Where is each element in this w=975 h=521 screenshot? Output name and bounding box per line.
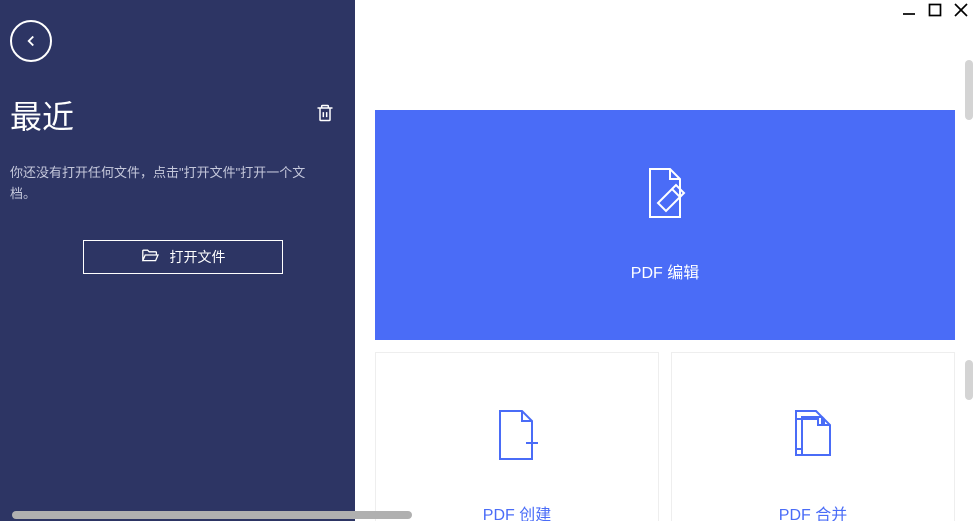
trash-icon[interactable] [315,102,335,129]
pdf-merge-label: PDF 合并 [779,501,847,521]
back-button[interactable] [10,20,52,62]
open-file-label: 打开文件 [170,247,226,267]
pdf-edit-icon [640,167,690,219]
folder-open-icon [140,247,160,266]
pdf-edit-label: PDF 编辑 [631,259,699,283]
main-area: PDF 编辑 PDF 创建 [355,0,975,521]
pdf-create-icon [492,409,542,461]
recent-title: 最近 [10,92,74,138]
sidebar: 最近 你还没有打开任何文件，点击"打开文件"打开一个文档。 打开文件 [0,0,355,521]
pdf-create-label: PDF 创建 [483,501,551,521]
open-file-button[interactable]: 打开文件 [83,240,283,274]
close-button[interactable] [952,3,970,21]
vertical-scrollbar[interactable] [965,60,973,120]
recent-header: 最近 [10,92,355,138]
pdf-edit-card[interactable]: PDF 编辑 [375,110,955,340]
card-grid: PDF 编辑 PDF 创建 [355,0,975,521]
maximize-button[interactable] [926,3,944,21]
minimize-button[interactable] [900,3,918,21]
empty-recent-message: 你还没有打开任何文件，点击"打开文件"打开一个文档。 [10,163,355,205]
pdf-merge-icon [788,409,838,461]
window-controls [900,0,970,24]
chevron-left-icon [22,32,40,50]
pdf-create-card[interactable]: PDF 创建 [375,352,659,521]
pdf-merge-card[interactable]: PDF 合并 [671,352,955,521]
horizontal-scrollbar[interactable] [12,511,412,519]
vertical-scrollbar[interactable] [965,360,973,400]
